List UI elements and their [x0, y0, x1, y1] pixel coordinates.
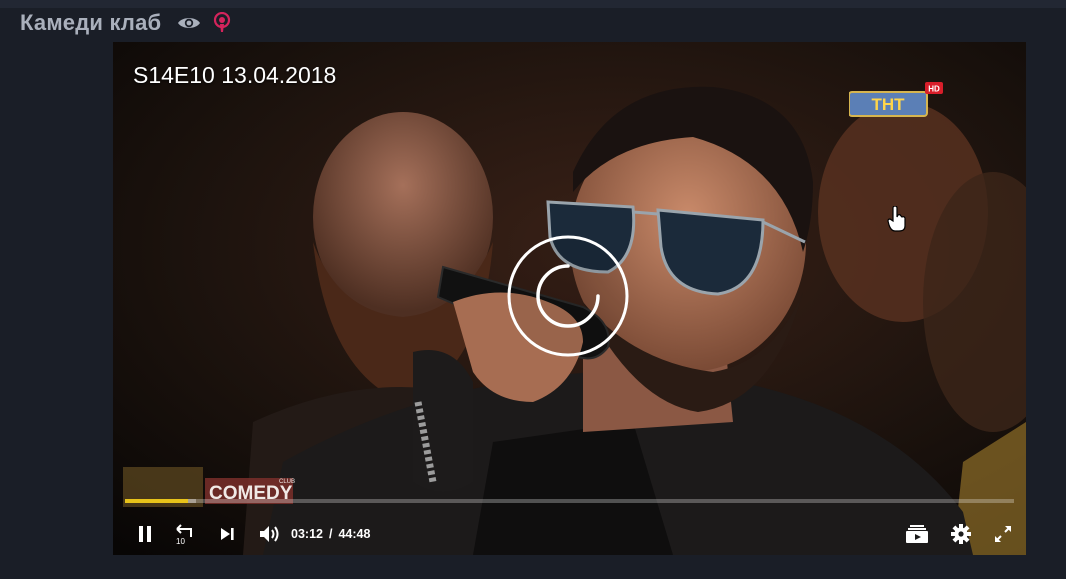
- loading-spinner: [507, 235, 629, 357]
- watermark-small-text: CLUB: [279, 479, 295, 485]
- podcast-icon[interactable]: [213, 12, 231, 34]
- video-player[interactable]: S14E10 13.04.2018 ТНТ HD COMEDY CLUB 10 …: [113, 42, 1026, 555]
- episode-label: S14E10 13.04.2018: [133, 62, 337, 88]
- page-header: Камеди клаб: [20, 9, 231, 37]
- player-controls: 10 03:12 / 44:48: [113, 512, 1026, 555]
- channel-logo: ТНТ HD: [849, 82, 943, 117]
- time-display: 03:12 / 44:48: [291, 527, 370, 541]
- current-time: 03:12: [291, 526, 323, 541]
- seek-bar-played: [125, 499, 189, 503]
- top-strip: [0, 0, 1066, 8]
- fullscreen-icon[interactable]: [994, 525, 1012, 543]
- volume-icon[interactable]: [259, 525, 281, 543]
- channel-logo-text: ТНТ: [871, 95, 905, 114]
- hand-cursor-icon: [887, 206, 906, 232]
- duration: 44:48: [338, 526, 371, 541]
- eye-icon[interactable]: [177, 15, 201, 31]
- seek-bar[interactable]: [125, 499, 1014, 503]
- rewind-10-icon[interactable]: 10: [173, 523, 197, 545]
- right-controls: [906, 512, 1012, 555]
- skip-next-icon[interactable]: [219, 526, 235, 542]
- channel-hd-badge: HD: [928, 85, 940, 94]
- pause-icon[interactable]: [137, 525, 153, 543]
- time-separator: /: [328, 526, 333, 541]
- playlist-icon[interactable]: [906, 524, 928, 543]
- page-title: Камеди клаб: [20, 10, 162, 35]
- rewind-seconds: 10: [176, 537, 185, 545]
- settings-gear-icon[interactable]: [951, 523, 971, 544]
